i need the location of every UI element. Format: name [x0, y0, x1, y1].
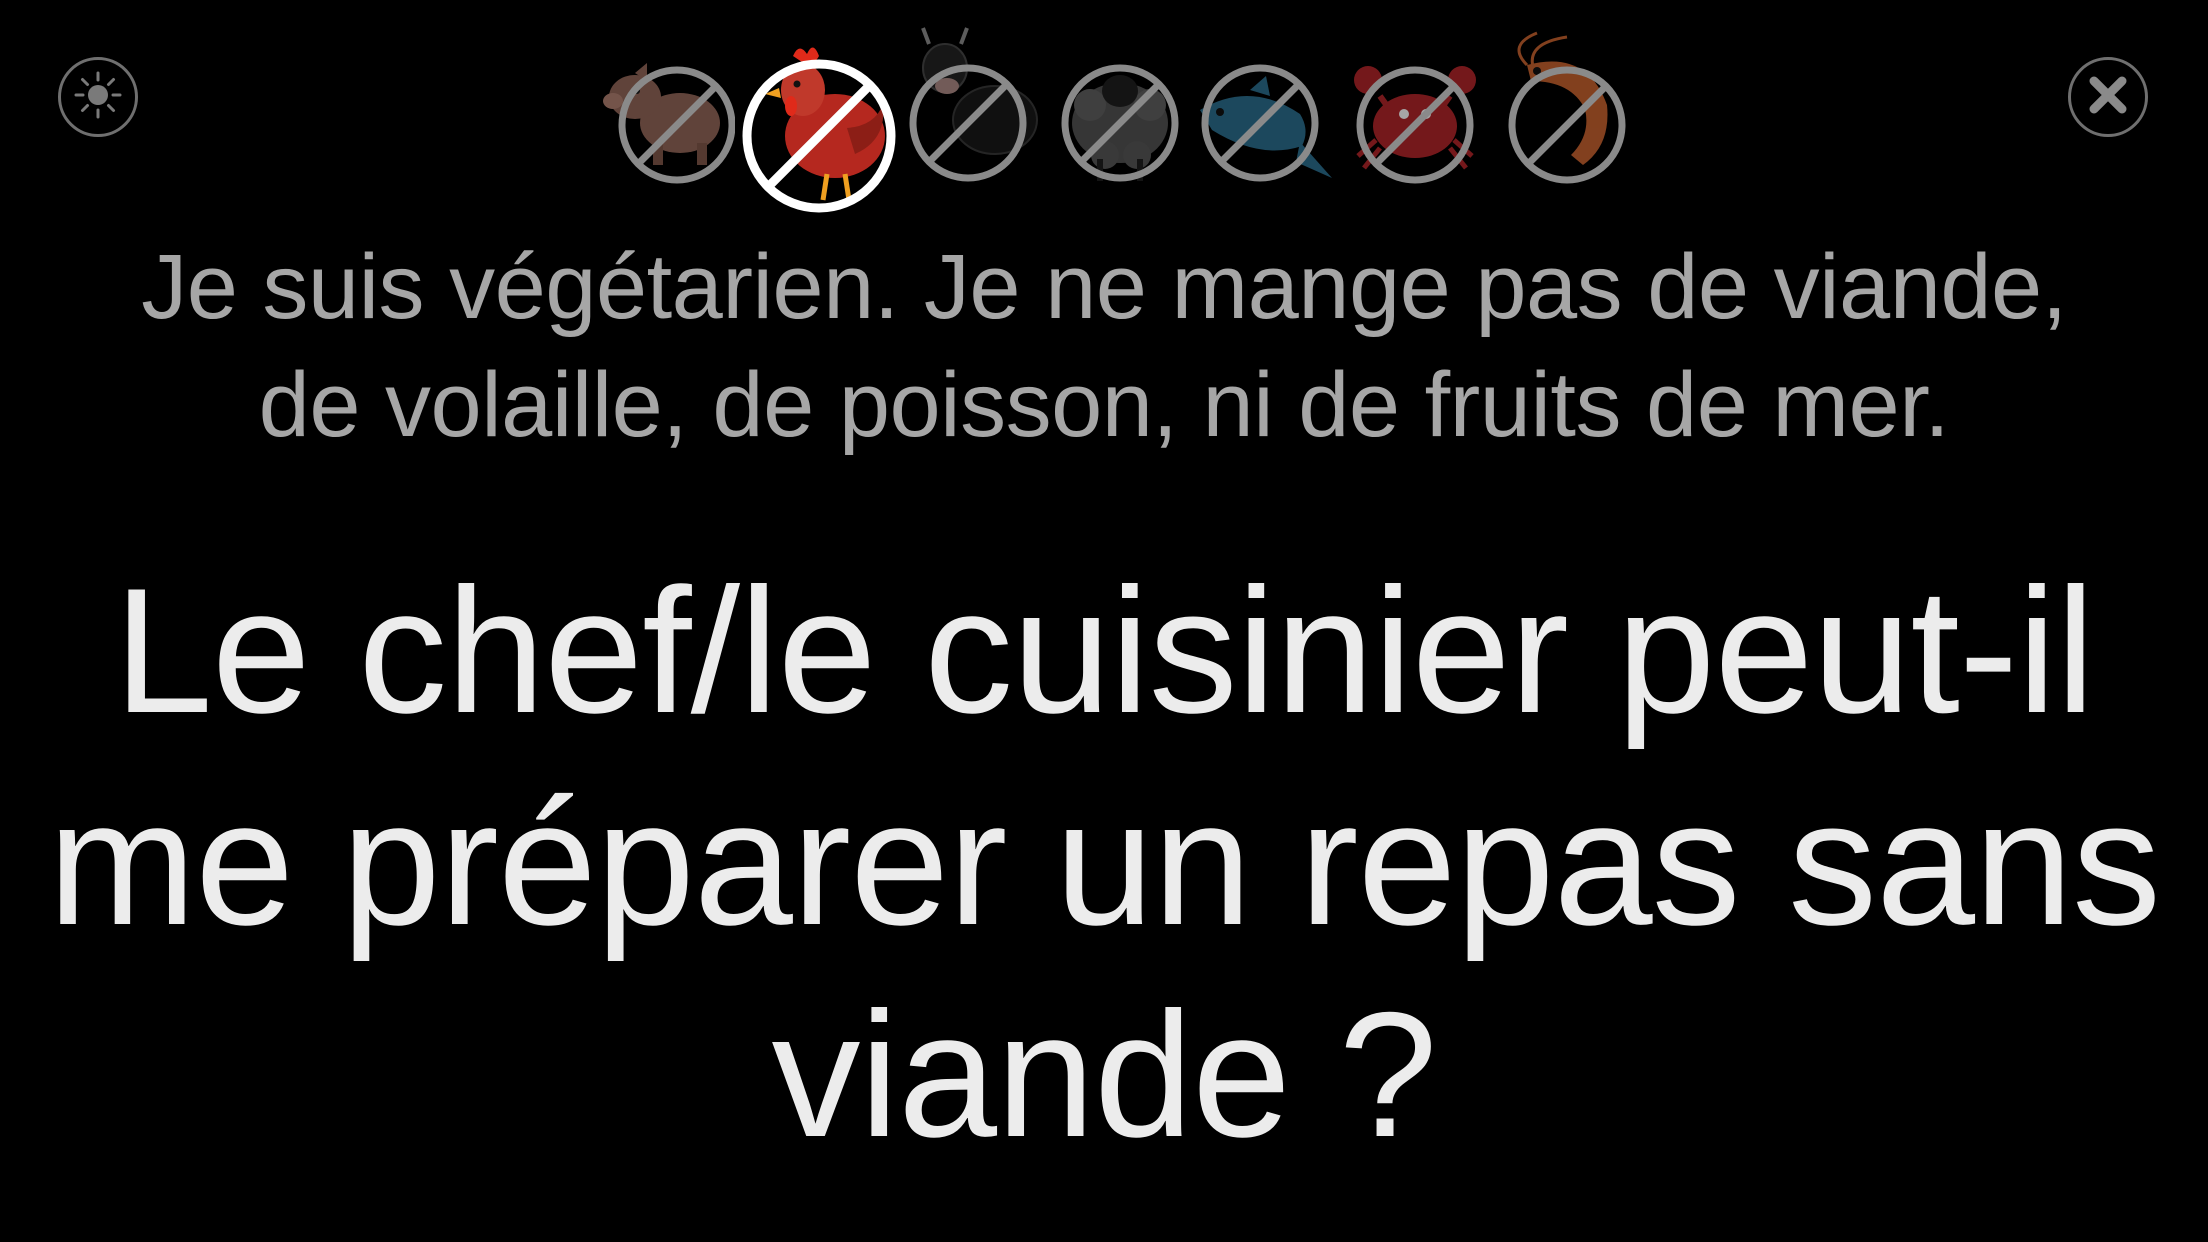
diet-description-line-2: de volaille, de poisson, ni de fruits de… [258, 354, 1950, 456]
diet-icon-row [0, 20, 2208, 213]
sheep-icon[interactable] [1045, 35, 1195, 190]
main-question-line-3: viande ? [771, 975, 1438, 1174]
main-question-line-1: Le chef/le cuisinier peut-il [113, 551, 2096, 750]
crab-icon[interactable] [1340, 40, 1490, 190]
pig-icon[interactable] [585, 35, 735, 185]
shrimp-icon[interactable] [1487, 25, 1637, 190]
cow-icon[interactable] [895, 20, 1045, 190]
chicken-icon[interactable] [735, 28, 910, 213]
diet-description-line-1: Je suis végétarien. Je ne mange pas de v… [141, 236, 2067, 338]
fish-icon[interactable] [1190, 50, 1340, 200]
main-question: Le chef/le cuisinier peut-il me préparer… [30, 545, 2178, 1181]
main-question-line-2: me préparer un repas sans [47, 763, 2161, 962]
diet-description: Je suis végétarien. Je ne mange pas de v… [40, 228, 2168, 464]
